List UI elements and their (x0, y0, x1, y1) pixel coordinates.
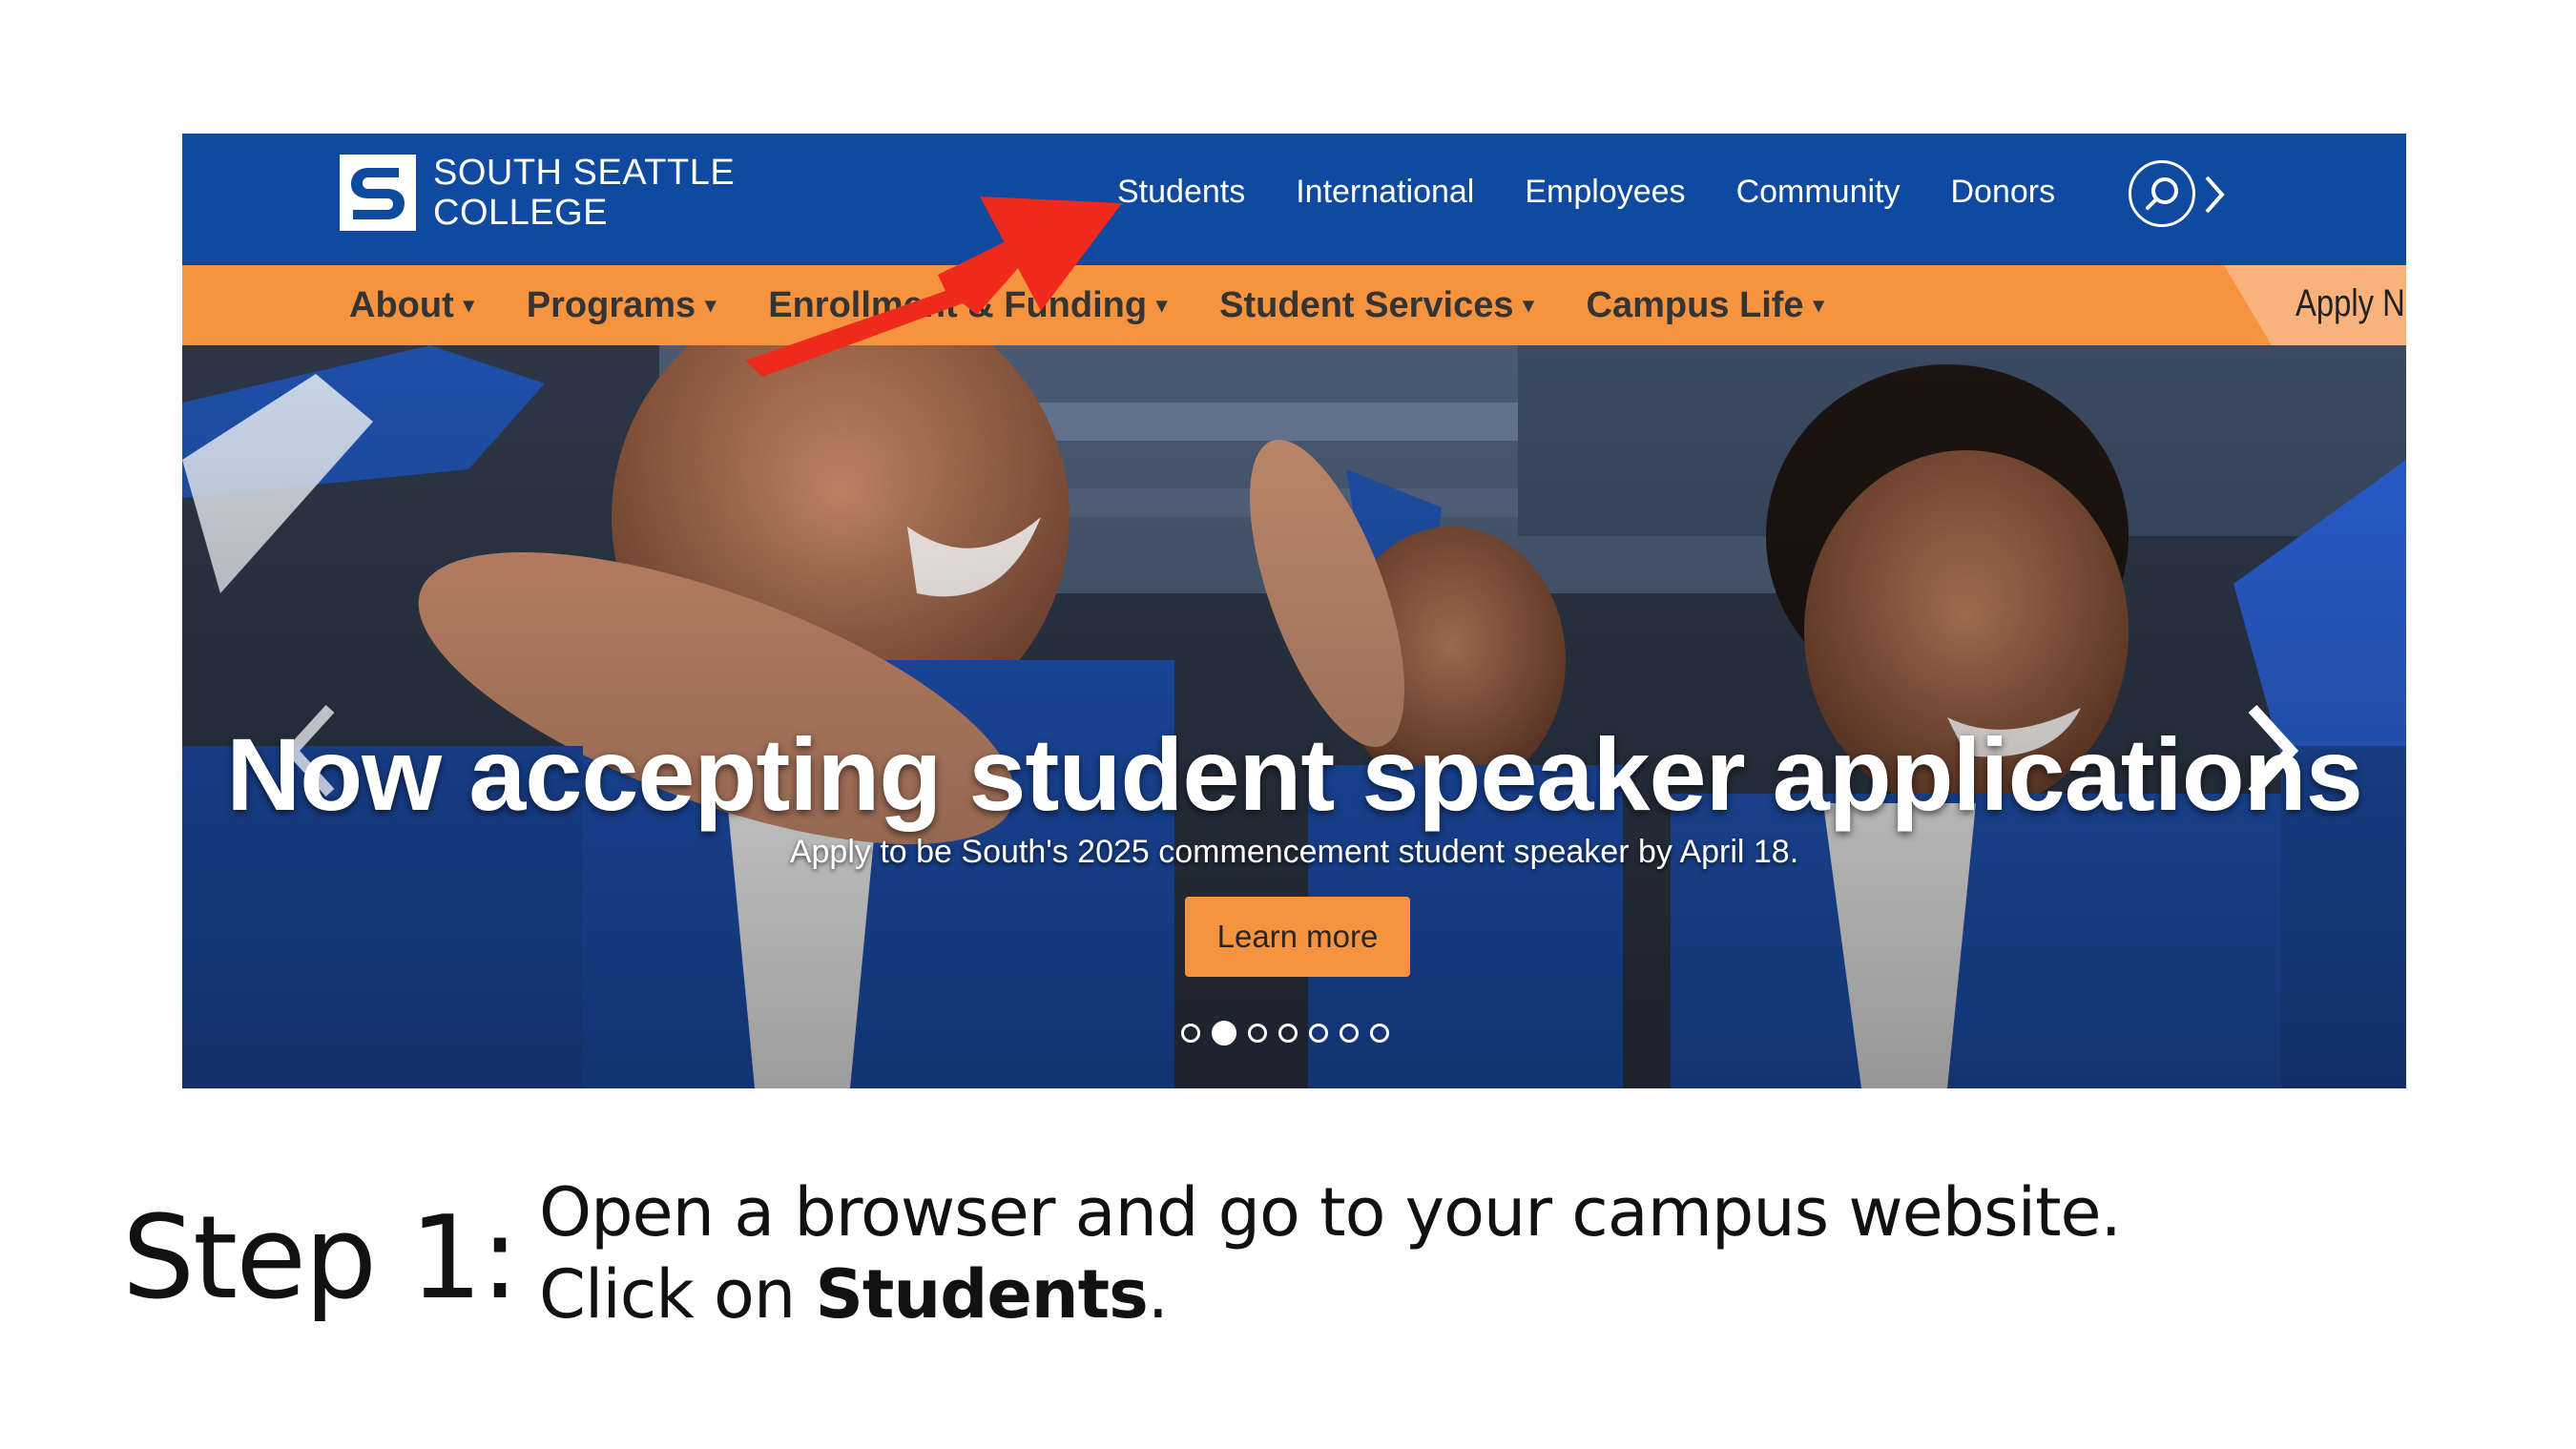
step-instructions: Open a browser and go to your campus web… (539, 1171, 2122, 1335)
step-label: Step 1: (122, 1192, 519, 1325)
annotation-arrow-icon (745, 197, 1122, 377)
website-screenshot: SOUTH SEATTLE COLLEGE Students Internati… (182, 134, 2406, 1088)
step-line-1: Open a browser and go to your campus web… (539, 1173, 2122, 1252)
step-line-2-suffix: . (1147, 1255, 1169, 1334)
step-line-2-bold: Students (815, 1255, 1149, 1334)
step-line-2-prefix: Click on (539, 1255, 816, 1334)
step-line-2: Click on Students. (539, 1253, 2121, 1335)
